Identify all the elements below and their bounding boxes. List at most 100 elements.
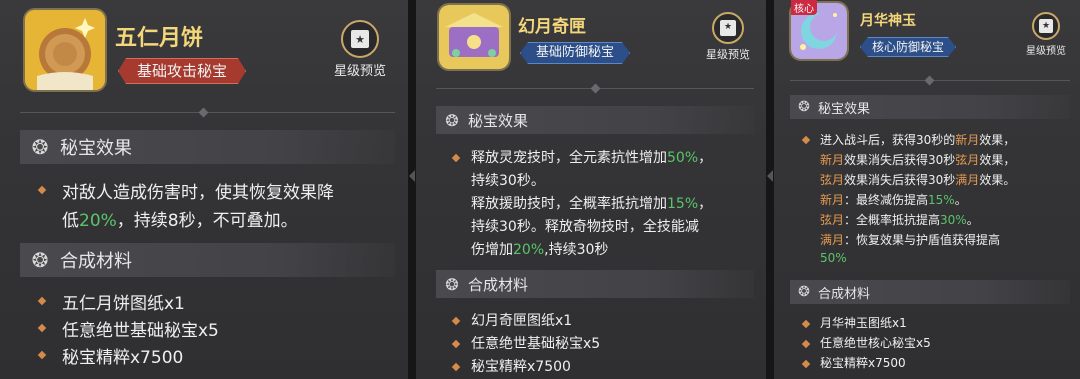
effect-line: 持续30秒。 <box>471 170 545 190</box>
star-preview-button[interactable]: ★ 星级预览 <box>1018 12 1074 57</box>
core-badge: 核心 <box>791 0 817 15</box>
effect-text: ,持续30秒 <box>544 242 609 258</box>
effect-line: 弦月：全概率抵抗提高30%。 <box>820 211 979 228</box>
effect-line: 持续30秒。释放奇物技时，全技能减 <box>471 216 699 236</box>
tag-basic-defense: 基础防御秘宝 <box>520 42 630 64</box>
effect-line: 对敌人造成伤害时，使其恢复效果降 <box>62 178 334 203</box>
highlight-text: 20% <box>79 211 117 231</box>
bullet-diamond <box>801 339 811 349</box>
materials-section-title: 合成材料 <box>468 275 529 294</box>
effect-text: 。 <box>954 193 967 207</box>
star-preview-label: 星级预览 <box>706 48 750 61</box>
bullet-diamond <box>37 323 47 333</box>
effect-line: 新月：最终减伤提高15%。 <box>820 191 967 208</box>
swirl-icon: ❂ <box>798 99 810 115</box>
effect-text: ：最终减伤提高 <box>844 193 929 207</box>
material-item: 秘宝精粹x7500 <box>62 348 184 368</box>
star-book-icon: ★ <box>341 20 379 58</box>
materials-section-header: ❂ 合成材料 <box>436 270 754 298</box>
tag-core-defense: 核心防御秘宝 <box>860 37 956 57</box>
material-item: 任意绝世基础秘宝x5 <box>62 321 219 341</box>
bullet-diamond <box>801 135 811 145</box>
swirl-icon: ❂ <box>445 110 459 130</box>
bullet-diamond <box>451 339 461 349</box>
highlight-text: 50% <box>820 251 847 265</box>
item-name: 幻月奇匣 <box>518 17 586 37</box>
effect-text: ， <box>698 196 713 212</box>
highlight-text: 新月 <box>955 133 980 147</box>
material-item: 幻月奇匣图纸x1 <box>471 313 573 329</box>
effect-text: 释放灵宠技时，全元素抗性增加 <box>471 150 667 166</box>
bullet-diamond <box>801 319 811 329</box>
effect-text: 效果消失后获得30秒 <box>844 173 956 187</box>
panel-divider <box>766 0 774 379</box>
bullet-diamond <box>801 359 811 369</box>
highlight-text: 新月 <box>820 153 845 167</box>
material-item: 任意绝世基础秘宝x5 <box>471 336 601 352</box>
effect-section-title: 秘宝效果 <box>818 101 871 117</box>
swirl-icon: ❂ <box>31 135 49 159</box>
material-item: 秘宝精粹x7500 <box>471 359 571 375</box>
materials-section-title: 合成材料 <box>818 286 871 302</box>
swirl-icon: ❂ <box>798 284 810 300</box>
material-item: 月华神玉图纸x1 <box>820 316 907 330</box>
effect-section-header: ❂ 秘宝效果 <box>20 130 395 164</box>
highlight-text: 15% <box>667 196 699 212</box>
effect-text: ，持续8秒，不可叠加。 <box>116 211 298 231</box>
effect-text: 持续30秒。释放奇物技时，全技能减 <box>471 219 699 235</box>
effect-text: 对敌人造成伤害时，使其恢复效果降 <box>62 183 334 203</box>
effect-text: 持续30秒。 <box>471 173 545 189</box>
effect-section-title: 秘宝效果 <box>60 138 132 159</box>
bullet-diamond <box>451 316 461 326</box>
mooncake-item-icon[interactable] <box>25 10 105 90</box>
star-book-icon: ★ <box>1032 12 1060 40</box>
highlight-text: 20% <box>513 242 545 258</box>
effect-line: 满月：恢复效果与护盾值获得提高 <box>820 231 1000 248</box>
materials-section-header: ❂ 合成材料 <box>790 280 1070 304</box>
effect-line: 低20%，持续8秒，不可叠加。 <box>62 206 298 231</box>
effect-text: 。 <box>966 213 979 227</box>
highlight-text: 50% <box>667 150 699 166</box>
highlight-text: 新月 <box>820 193 845 207</box>
bullet-diamond <box>451 362 461 372</box>
effect-text: 效果， <box>979 133 1016 147</box>
swirl-icon: ❂ <box>445 274 459 294</box>
effect-line: 伤增加20%,持续30秒 <box>471 239 608 259</box>
effect-text: 伤增加 <box>471 242 513 258</box>
materials-section-title: 合成材料 <box>60 251 132 272</box>
effect-line: 释放援助技时，全概率抵抗增加15%， <box>471 193 712 213</box>
tag-basic-attack: 基础攻击秘宝 <box>118 58 246 84</box>
star-preview-label: 星级预览 <box>1026 46 1066 57</box>
divider-diamond <box>590 83 601 94</box>
bullet-diamond <box>37 350 47 360</box>
effect-line: 弦月效果消失后获得30秒满月效果。 <box>820 171 1015 188</box>
moon-box-item-icon[interactable] <box>439 5 509 69</box>
item-name: 月华神玉 <box>860 13 916 29</box>
effect-text: 进入战斗后，获得30秒的 <box>820 133 956 147</box>
effect-text: 效果。 <box>979 173 1016 187</box>
highlight-text: 15% <box>928 193 955 207</box>
effect-section-header: ❂ 秘宝效果 <box>790 95 1070 119</box>
highlight-text: 弦月 <box>820 213 845 227</box>
material-item: 五仁月饼图纸x1 <box>62 294 185 314</box>
swirl-icon: ❂ <box>31 248 49 272</box>
effect-text: ：恢复效果与护盾值获得提高 <box>844 233 1001 247</box>
materials-section-header: ❂ 合成材料 <box>20 243 395 277</box>
effect-line: 进入战斗后，获得30秒的新月效果， <box>820 131 1015 148</box>
effect-text: 效果消失后获得30秒 <box>844 153 956 167</box>
effect-line: 释放灵宠技时，全元素抗性增加50%， <box>471 147 712 167</box>
star-book-icon: ★ <box>712 12 744 44</box>
star-preview-button[interactable]: ★ 星级预览 <box>696 12 760 62</box>
panel-divider <box>408 0 416 379</box>
bullet-diamond <box>451 153 461 163</box>
effect-text: 低 <box>62 211 79 231</box>
effect-section-header: ❂ 秘宝效果 <box>436 106 754 134</box>
highlight-text: 弦月 <box>955 153 980 167</box>
effect-text: ， <box>698 150 713 166</box>
divider-diamond <box>924 75 935 86</box>
treasure-panel-1: 五仁月饼 基础攻击秘宝 ★ 星级预览 ❂ 秘宝效果 对敌人造成伤害时，使其恢复效… <box>0 0 408 379</box>
bullet-diamond <box>37 185 47 195</box>
highlight-text: 弦月 <box>820 173 845 187</box>
star-preview-button[interactable]: ★ 星级预览 <box>325 20 395 79</box>
material-item: 任意绝世核心秘宝x5 <box>820 336 931 350</box>
